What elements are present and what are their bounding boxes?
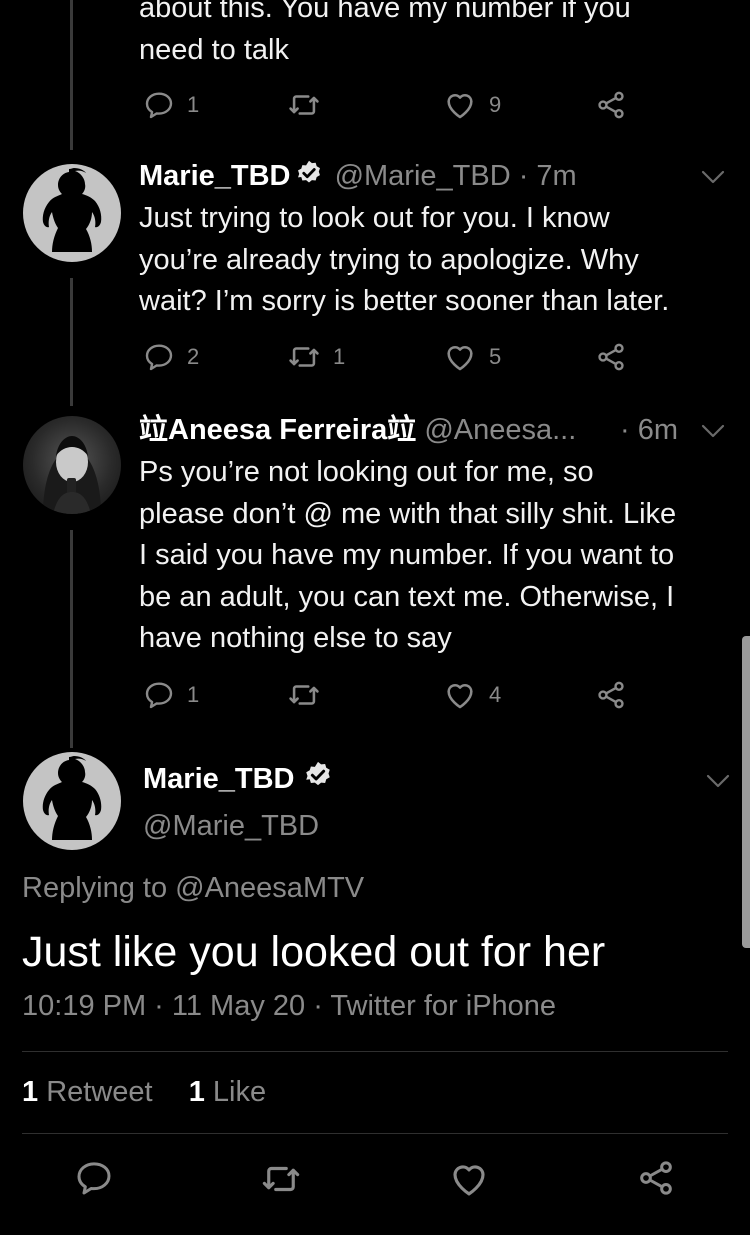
reply-count: 1 xyxy=(187,682,200,707)
retweet-stat-count: 1 xyxy=(22,1076,39,1108)
tweet-actions: 1 4 xyxy=(139,678,639,712)
share-button[interactable] xyxy=(595,340,627,374)
retweet-stat[interactable]: 1 Retweet xyxy=(22,1076,153,1108)
retweet-icon xyxy=(287,678,321,712)
share-icon xyxy=(595,679,627,711)
engagement-stats: 1 Retweet 1 Like xyxy=(22,1076,266,1109)
like-count: 9 xyxy=(489,92,502,117)
retweet-icon xyxy=(260,1158,302,1200)
thread-line xyxy=(70,530,73,748)
reply-icon xyxy=(143,679,175,711)
thread-line xyxy=(70,278,73,406)
like-button[interactable]: 4 xyxy=(443,678,501,712)
reply-button[interactable]: 1 xyxy=(143,678,199,712)
heart-icon xyxy=(448,1158,490,1200)
like-button[interactable] xyxy=(448,1158,488,1198)
retweet-button[interactable] xyxy=(287,678,333,712)
like-count: 4 xyxy=(489,682,502,707)
avatar[interactable] xyxy=(23,416,121,514)
reply-icon xyxy=(143,89,175,121)
verified-badge-icon xyxy=(303,760,333,790)
reply-count: 1 xyxy=(187,92,200,117)
avatar[interactable] xyxy=(23,752,121,850)
heart-icon xyxy=(443,678,477,712)
tweet-text: Ps you’re not looking out for me, so ple… xyxy=(139,456,677,654)
reply-button[interactable] xyxy=(74,1158,114,1198)
tweet-actions: 2 1 5 xyxy=(139,340,639,374)
share-button[interactable] xyxy=(595,88,627,122)
like-button[interactable]: 9 xyxy=(443,88,501,122)
tweet-actions: 1 9 xyxy=(139,88,639,122)
display-name[interactable]: Marie_TBD xyxy=(143,763,295,795)
main-tweet-text: Just like you looked out for her xyxy=(22,928,606,976)
tweet-text: about this. You have my number if you ne… xyxy=(139,0,631,66)
share-icon xyxy=(595,89,627,121)
user-handle[interactable]: @Aneesa... xyxy=(424,414,576,446)
main-tweet-header: Marie_TBD @Marie_TBD xyxy=(143,758,337,847)
retweet-icon xyxy=(287,88,321,122)
reply-button[interactable]: 2 xyxy=(143,340,199,374)
main-tweet-actions xyxy=(0,1158,750,1198)
display-name[interactable]: 竝Aneesa Ferreira竝 xyxy=(139,414,416,446)
user-handle[interactable]: @Marie_TBD xyxy=(335,160,511,192)
retweet-stat-label: Retweet xyxy=(38,1076,153,1108)
like-stat-label: Like xyxy=(204,1076,267,1108)
display-name[interactable]: Marie_TBD xyxy=(139,160,291,192)
chevron-down-icon[interactable] xyxy=(705,772,731,790)
avatar[interactable] xyxy=(23,164,121,262)
share-icon xyxy=(595,341,627,373)
divider xyxy=(22,1051,728,1052)
user-handle[interactable]: @Marie_TBD xyxy=(143,805,337,847)
retweet-button[interactable] xyxy=(287,88,333,122)
divider xyxy=(22,1133,728,1134)
chevron-down-icon[interactable] xyxy=(700,422,726,440)
tweet-header: Marie_TBD @Marie_TBD · 7m xyxy=(139,158,577,194)
verified-badge-icon xyxy=(295,159,323,187)
heart-icon xyxy=(443,88,477,122)
chevron-down-icon[interactable] xyxy=(700,168,726,186)
like-count: 5 xyxy=(489,344,502,369)
reply-icon xyxy=(143,341,175,373)
like-stat[interactable]: 1 Like xyxy=(189,1076,266,1108)
tweet-meta: 10:19 PM · 11 May 20 · Twitter for iPhon… xyxy=(22,990,557,1022)
like-stat-count: 1 xyxy=(188,1076,205,1108)
reply-icon xyxy=(74,1158,114,1198)
reply-count: 2 xyxy=(187,344,200,369)
retweet-button[interactable] xyxy=(260,1158,300,1198)
like-button[interactable]: 5 xyxy=(443,340,501,374)
thread-line xyxy=(70,0,73,150)
retweet-count: 1 xyxy=(333,344,346,369)
share-button[interactable] xyxy=(636,1158,676,1198)
tweet-header: 竝Aneesa Ferreira竝 @Aneesa... xyxy=(139,412,576,448)
scrollbar[interactable] xyxy=(742,636,750,948)
share-button[interactable] xyxy=(595,678,627,712)
share-icon xyxy=(636,1158,676,1198)
retweet-button[interactable]: 1 xyxy=(287,340,345,374)
heart-icon xyxy=(443,340,477,374)
tweet-time: · 7m xyxy=(518,160,577,192)
tweet-text: Just trying to look out for you. I know … xyxy=(139,202,670,317)
replying-to[interactable]: Replying to @AneesaMTV xyxy=(22,872,364,905)
reply-button[interactable]: 1 xyxy=(143,88,199,122)
retweet-icon xyxy=(287,340,321,374)
tweet-time: · 6m xyxy=(620,414,678,446)
